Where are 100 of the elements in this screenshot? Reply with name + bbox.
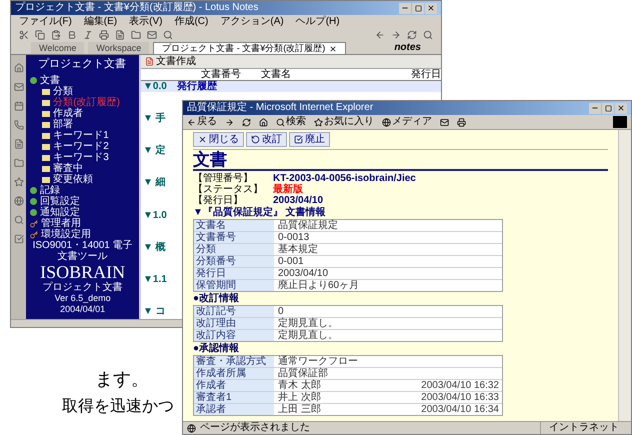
view-cell[interactable]: ▼1.1 (143, 274, 177, 285)
section-title: ●承認情報 (193, 343, 240, 355)
document-icon[interactable] (115, 30, 125, 40)
copy-icon[interactable] (35, 30, 45, 40)
table-label: 審査者1 (194, 392, 274, 403)
navigator-item[interactable]: 記録 (40, 185, 60, 196)
search-icon[interactable] (163, 30, 173, 40)
navigator-item[interactable]: キーワード3 (53, 152, 109, 163)
tagline: ISO9001・14001 電子文書ツール (32, 240, 134, 262)
menu-item[interactable]: アクション(A) (220, 16, 284, 28)
bold-icon[interactable] (67, 30, 77, 40)
document-icon[interactable] (14, 139, 24, 149)
view-cell[interactable]: ▼1.0 (143, 210, 177, 221)
close-icon (198, 135, 207, 144)
navigator-item[interactable]: 環境設定用 (41, 229, 92, 240)
view-cell[interactable]: ▼ コ (143, 306, 177, 317)
window-title: 品質保証規定 - Microsoft Internet Explorer (187, 102, 374, 114)
close-button[interactable] (425, 2, 437, 14)
navigator-item[interactable]: キーワード1 (53, 130, 109, 141)
navigator-item[interactable]: 審査中 (53, 163, 84, 174)
view-cell[interactable]: ▼ 細 (143, 177, 177, 188)
table-cell-text: 2003/04/10 16:32 (420, 380, 500, 391)
close-icon (427, 4, 435, 12)
create-document-button[interactable]: 文書作成 (145, 56, 196, 68)
menu-item[interactable]: ファイル(F) (19, 16, 72, 28)
checkbox-icon (294, 135, 303, 144)
minimize-button[interactable] (399, 2, 411, 14)
minimize-button[interactable] (589, 102, 601, 114)
navigator-item[interactable]: 分類 (53, 86, 74, 97)
action-button[interactable]: 廃止 (289, 132, 330, 147)
brand-logo: notes (394, 42, 421, 54)
key-icon (30, 220, 38, 228)
menu-item[interactable]: 編集(E) (84, 16, 118, 28)
forward-icon[interactable] (225, 118, 234, 126)
view-cell[interactable]: 発行履歴 (177, 81, 217, 92)
menu-item[interactable]: ヘルプ(H) (296, 16, 340, 28)
close-button[interactable] (615, 102, 627, 114)
navigator-item[interactable]: 文書 (40, 75, 60, 86)
maximize-button[interactable] (602, 102, 614, 114)
close-icon[interactable] (329, 44, 338, 52)
search-icon[interactable] (423, 30, 433, 40)
menu-item[interactable]: 作成(C) (174, 16, 208, 28)
action-button[interactable]: 改訂 (246, 132, 287, 147)
table-cell-text: 2003/04/10 16:33 (420, 392, 500, 403)
media-button[interactable]: メディア (382, 116, 432, 128)
menu-item[interactable]: 表示(V) (129, 16, 162, 28)
printer-icon[interactable] (457, 118, 466, 126)
back-icon[interactable] (375, 30, 385, 40)
tab[interactable]: Workspace (88, 42, 150, 54)
checkbox-icon[interactable] (14, 234, 24, 244)
calendar-icon[interactable] (14, 101, 24, 111)
field-label: 【ステータス】 (193, 184, 264, 195)
table-cell-text: 上田 三郎 (277, 404, 322, 415)
search-icon[interactable] (14, 215, 24, 225)
tab[interactable]: Welcome (31, 42, 84, 54)
product-name: プロジェクト文書 (42, 282, 123, 293)
column-header[interactable]: 文書番号 (201, 68, 261, 80)
navigator-item[interactable]: 作成者 (53, 108, 84, 119)
section-title: ●改訂情報 (193, 293, 240, 305)
italic-icon[interactable] (83, 30, 93, 40)
rotate-icon (251, 135, 260, 144)
star-icon[interactable] (14, 177, 24, 187)
folder-icon[interactable] (131, 30, 141, 40)
tab[interactable]: プロジェクト文書 - 文書¥分類(改訂履歴) (153, 42, 346, 54)
table-label: 分類 (194, 244, 274, 255)
navigator-item[interactable]: 回覧設定 (40, 196, 80, 207)
globe-icon[interactable] (14, 196, 24, 206)
column-header[interactable]: 文書名 (261, 68, 411, 80)
table-label: 審査・承認方式 (194, 356, 274, 367)
navigator-item[interactable]: 変更依頼 (53, 174, 94, 185)
refresh-icon[interactable] (242, 118, 251, 126)
version-text: Ver 6.5_demo (54, 293, 111, 304)
navigator-item[interactable]: 管理者用 (41, 218, 82, 229)
table-cell-text: 0 (277, 306, 285, 317)
product-logo: ISOBRAIN (40, 262, 126, 282)
back-button[interactable]: 戻る (187, 116, 217, 128)
favorites-button[interactable]: お気に入り (314, 116, 374, 128)
view-cell[interactable]: ▼ 手 (143, 113, 177, 124)
view-cell[interactable]: ▼0.0 (143, 81, 177, 92)
action-button[interactable]: 閉じる (193, 132, 244, 147)
search-button[interactable]: 検索 (276, 116, 306, 128)
star-icon (314, 118, 323, 126)
home-icon[interactable] (259, 118, 268, 126)
caption-text: ます。 (95, 368, 149, 390)
view-cell[interactable]: ▼ 定 (143, 145, 177, 156)
mail-icon[interactable] (440, 118, 449, 126)
paste-icon[interactable] (51, 30, 61, 40)
view-cell[interactable]: ▼ 概 (143, 242, 177, 253)
phone-icon[interactable] (14, 120, 24, 130)
navigator-item[interactable]: 通知設定 (40, 207, 80, 218)
navigator-item[interactable]: 部署 (53, 119, 74, 130)
field-value: 2003/04/10 (273, 195, 324, 206)
navigator-item[interactable]: キーワード2 (53, 141, 109, 152)
navigator-item[interactable]: 分類(改訂履歴) (53, 97, 120, 108)
scissors-icon[interactable] (19, 30, 29, 40)
maximize-button[interactable] (412, 2, 424, 14)
search-icon (276, 118, 285, 126)
column-header[interactable]: 発行日 (411, 68, 441, 80)
navigator-title: プロジェクト文書 (37, 58, 128, 71)
folder-icon[interactable] (14, 158, 24, 168)
